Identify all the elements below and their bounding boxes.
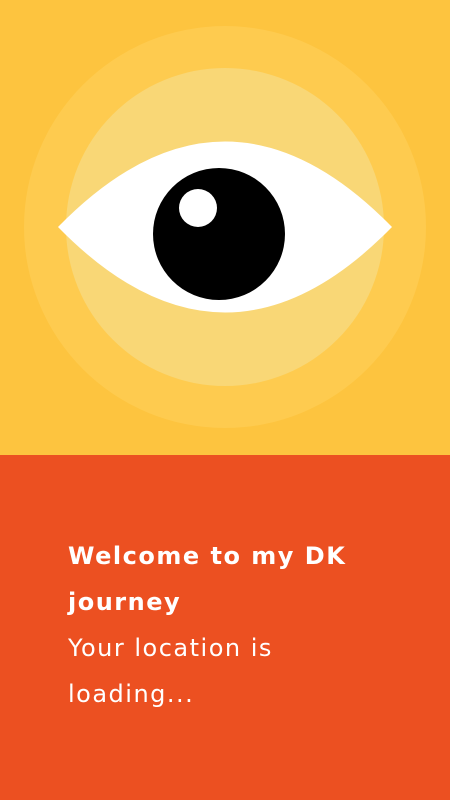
loading-status-text: Your location is loading... [68,634,273,708]
welcome-message: Welcome to my DK journey Your location i… [68,533,398,717]
app-screen: Welcome to my DK journey Your location i… [0,0,450,800]
message-panel: Welcome to my DK journey Your location i… [0,455,450,800]
eye-highlight [179,189,217,227]
welcome-text: Welcome to my DK journey [68,542,347,616]
hero-section [0,0,450,455]
eye-icon [24,26,426,428]
pupil [153,168,285,300]
